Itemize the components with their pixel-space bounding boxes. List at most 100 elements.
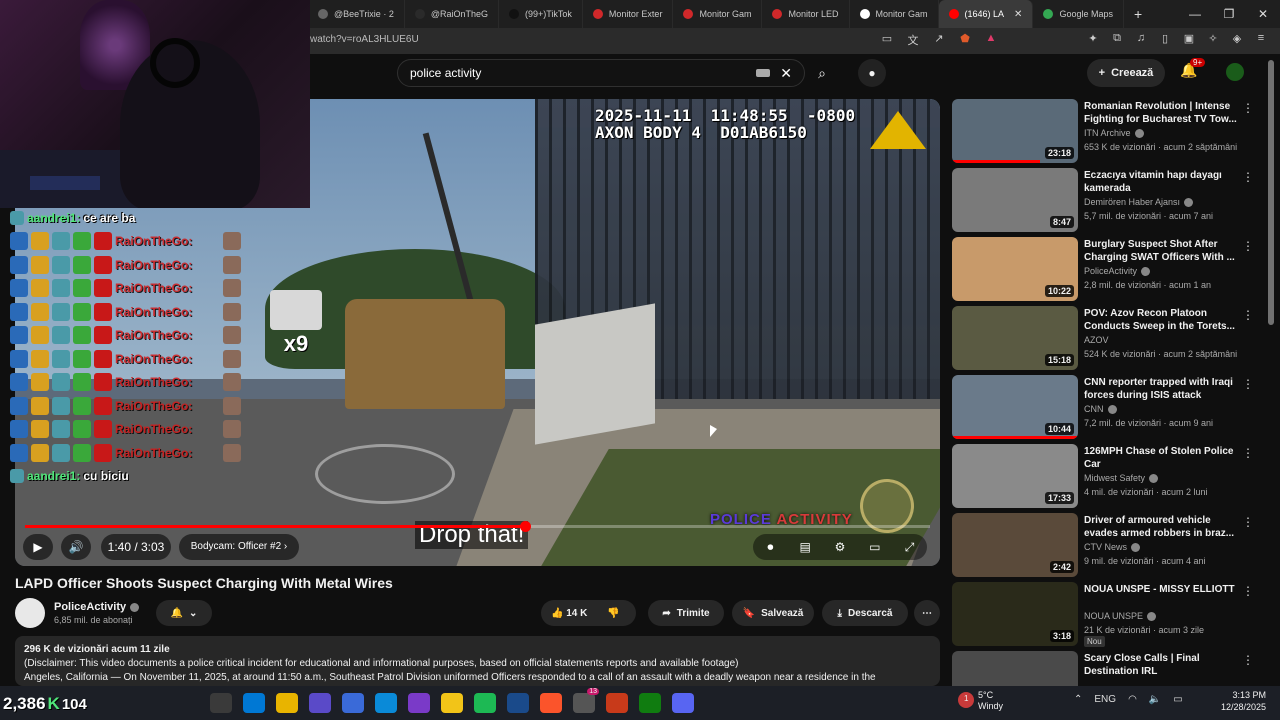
recommended-video[interactable]: 10:44 CNN reporter trapped with Iraqi for… bbox=[952, 375, 1262, 439]
recommended-channel[interactable]: CNN bbox=[1084, 404, 1117, 415]
progress-bar[interactable] bbox=[25, 521, 930, 532]
leo-ai-icon[interactable]: ✧ bbox=[1206, 32, 1220, 45]
channel-avatar[interactable] bbox=[15, 598, 45, 628]
video-thumbnail[interactable]: 17:33 bbox=[952, 444, 1078, 508]
translate-icon[interactable]: 文 bbox=[906, 32, 920, 48]
subtitles-icon[interactable]: ▤ bbox=[795, 540, 815, 554]
share-button[interactable]: ➦ Trimite bbox=[648, 600, 724, 626]
language-indicator[interactable]: ENG bbox=[1094, 694, 1116, 705]
more-options-icon[interactable]: ⋮ bbox=[1242, 653, 1254, 667]
video-thumbnail[interactable]: 2:42 bbox=[952, 513, 1078, 577]
more-options-icon[interactable]: ⋮ bbox=[1242, 584, 1254, 598]
vpn-icon[interactable]: ◈ bbox=[1230, 32, 1244, 45]
browser-tab[interactable]: @BeeTrixie · 2 bbox=[308, 0, 405, 28]
settings-gear-icon[interactable]: ⚙ bbox=[830, 540, 850, 554]
recommended-channel[interactable]: Demirören Haber Ajansı bbox=[1084, 197, 1194, 208]
search-box[interactable]: police activity ✕ bbox=[397, 59, 805, 87]
recommended-channel[interactable]: AZOV bbox=[1084, 335, 1109, 345]
recommended-title[interactable]: Driver of armoured vehicle evades armed … bbox=[1084, 514, 1239, 540]
download-button[interactable]: ⤓ Descarcă bbox=[822, 600, 908, 626]
url-text[interactable]: watch?v=roAL3HLUE6U bbox=[310, 34, 419, 45]
browser-tab[interactable]: Monitor Exter bbox=[583, 0, 674, 28]
recommended-video[interactable]: 15:18 POV: Azov Recon Platoon Conducts Sw… bbox=[952, 306, 1262, 370]
taskbar-app-icon[interactable] bbox=[540, 693, 562, 713]
notification-bell-button[interactable]: 🔔 ⌄ bbox=[156, 600, 212, 626]
recommended-channel[interactable]: Midwest Safety bbox=[1084, 473, 1159, 484]
play-button[interactable]: ▶ bbox=[23, 534, 53, 560]
browser-tab[interactable]: (1646) LA ✕ bbox=[938, 0, 1034, 28]
recommended-title[interactable]: POV: Azov Recon Platoon Conducts Sweep i… bbox=[1084, 307, 1239, 333]
close-tab-icon[interactable]: ✕ bbox=[1014, 9, 1022, 20]
taskbar-app-icon[interactable] bbox=[342, 693, 364, 713]
share-icon[interactable]: ↗ bbox=[932, 32, 946, 48]
keyboard-icon[interactable] bbox=[756, 69, 770, 77]
recommended-video[interactable]: 2:42 Driver of armoured vehicle evades ar… bbox=[952, 513, 1262, 577]
recommended-title[interactable]: Romanian Revolution | Intense Fighting f… bbox=[1084, 100, 1239, 126]
recommended-video[interactable]: 8:47 Eczacıya vitamin hapı dayagı kamerad… bbox=[952, 168, 1262, 232]
wifi-icon[interactable]: ◠ bbox=[1128, 694, 1137, 705]
taskbar-app-icon[interactable] bbox=[441, 693, 463, 713]
menu-icon[interactable]: ≡ bbox=[1254, 32, 1268, 45]
chapter-button[interactable]: Bodycam: Officer #2 › bbox=[179, 534, 299, 560]
taskbar-app-icon[interactable] bbox=[408, 693, 430, 713]
browser-tab[interactable]: @RaiOnTheG bbox=[405, 0, 499, 28]
recommended-video[interactable]: 3:18 NOUA UNSPE - MISSY ELLIOTT NOUA UNSPE… bbox=[952, 582, 1262, 647]
account-avatar[interactable] bbox=[1226, 63, 1244, 81]
screenshot-icon[interactable]: ⧉ bbox=[1110, 32, 1124, 45]
recommended-title[interactable]: Eczacıya vitamin hapı dayagı kamerada bbox=[1084, 169, 1239, 195]
recommended-channel[interactable]: ITN Archive bbox=[1084, 128, 1144, 139]
music-icon[interactable]: ♫ bbox=[1134, 32, 1148, 45]
recommended-channel[interactable]: NOUA UNSPE bbox=[1084, 611, 1157, 622]
more-options-icon[interactable]: ⋮ bbox=[1242, 308, 1254, 322]
like-button[interactable]: 👍 14 K bbox=[551, 608, 587, 619]
theater-mode-icon[interactable]: ▭ bbox=[865, 540, 885, 554]
more-actions-button[interactable]: ⋯ bbox=[914, 600, 940, 626]
video-thumbnail[interactable]: 10:22 bbox=[952, 237, 1078, 301]
recommended-title[interactable]: CNN reporter trapped with Iraqi forces d… bbox=[1084, 376, 1239, 402]
description-box[interactable]: 296 K de vizionări acum 11 zile (Disclai… bbox=[15, 636, 940, 686]
minimize-button[interactable]: — bbox=[1178, 0, 1212, 28]
sidebar-icon[interactable]: ▯ bbox=[1158, 32, 1172, 45]
dislike-button[interactable]: 👎 bbox=[607, 608, 619, 619]
new-tab-button[interactable]: + bbox=[1124, 6, 1152, 22]
recommended-title[interactable]: Scary Close Calls | Final Destination IR… bbox=[1084, 652, 1239, 678]
recommended-channel[interactable]: CTV News bbox=[1084, 542, 1141, 553]
page-scrollbar[interactable] bbox=[1268, 60, 1274, 325]
video-thumbnail[interactable]: 8:47 bbox=[952, 168, 1078, 232]
search-button[interactable]: ⌕ bbox=[805, 59, 839, 87]
recommended-video[interactable]: 17:33 126MPH Chase of Stolen Police Car Mi… bbox=[952, 444, 1262, 508]
taskbar-clock[interactable]: 3:13 PM 12/28/2025 bbox=[1216, 689, 1266, 713]
recommended-title[interactable]: NOUA UNSPE - MISSY ELLIOTT bbox=[1084, 583, 1239, 596]
video-thumbnail[interactable]: 10:44 bbox=[952, 375, 1078, 439]
more-options-icon[interactable]: ⋮ bbox=[1242, 377, 1254, 391]
channel-name[interactable]: PoliceActivity bbox=[54, 601, 140, 613]
taskbar-app-icon[interactable] bbox=[474, 693, 496, 713]
extensions-icon[interactable]: ✦ bbox=[1086, 32, 1100, 45]
clear-search-icon[interactable]: ✕ bbox=[780, 65, 792, 82]
tray-chevron-icon[interactable]: ⌃ bbox=[1074, 694, 1082, 705]
taskbar-app-icon[interactable] bbox=[507, 693, 529, 713]
more-options-icon[interactable]: ⋮ bbox=[1242, 446, 1254, 460]
recommended-video[interactable]: 10:22 Burglary Suspect Shot After Chargin… bbox=[952, 237, 1262, 301]
wallet-icon[interactable]: ▣ bbox=[1182, 32, 1196, 45]
battery-icon[interactable]: ▭ bbox=[1173, 694, 1182, 705]
speaker-icon[interactable]: 🔈 bbox=[1149, 694, 1161, 705]
taskbar-app-icon[interactable] bbox=[243, 693, 265, 713]
create-button[interactable]: + Creează bbox=[1087, 59, 1165, 87]
taskbar-app-icon[interactable]: 13 bbox=[573, 688, 599, 713]
autoplay-toggle-icon[interactable]: ⏺ bbox=[760, 540, 780, 555]
taskbar-app-icon[interactable] bbox=[639, 693, 661, 713]
taskbar-app-icon[interactable] bbox=[606, 693, 628, 713]
recommended-title[interactable]: 126MPH Chase of Stolen Police Car bbox=[1084, 445, 1239, 471]
taskbar-app-icon[interactable] bbox=[309, 693, 331, 713]
video-thumbnail[interactable]: 23:18 bbox=[952, 99, 1078, 163]
video-thumbnail[interactable]: 15:18 bbox=[952, 306, 1078, 370]
notifications-button[interactable]: 🔔 9+ bbox=[1180, 58, 1206, 79]
recommended-title[interactable]: Burglary Suspect Shot After Charging SWA… bbox=[1084, 238, 1239, 264]
more-options-icon[interactable]: ⋮ bbox=[1242, 239, 1254, 253]
close-window-button[interactable]: ✕ bbox=[1246, 0, 1280, 28]
more-options-icon[interactable]: ⋮ bbox=[1242, 101, 1254, 115]
browser-tab[interactable]: Monitor Gam bbox=[673, 0, 763, 28]
brave-shield-icon[interactable]: ⬟ bbox=[958, 32, 972, 48]
voice-search-button[interactable]: ● bbox=[858, 59, 886, 87]
